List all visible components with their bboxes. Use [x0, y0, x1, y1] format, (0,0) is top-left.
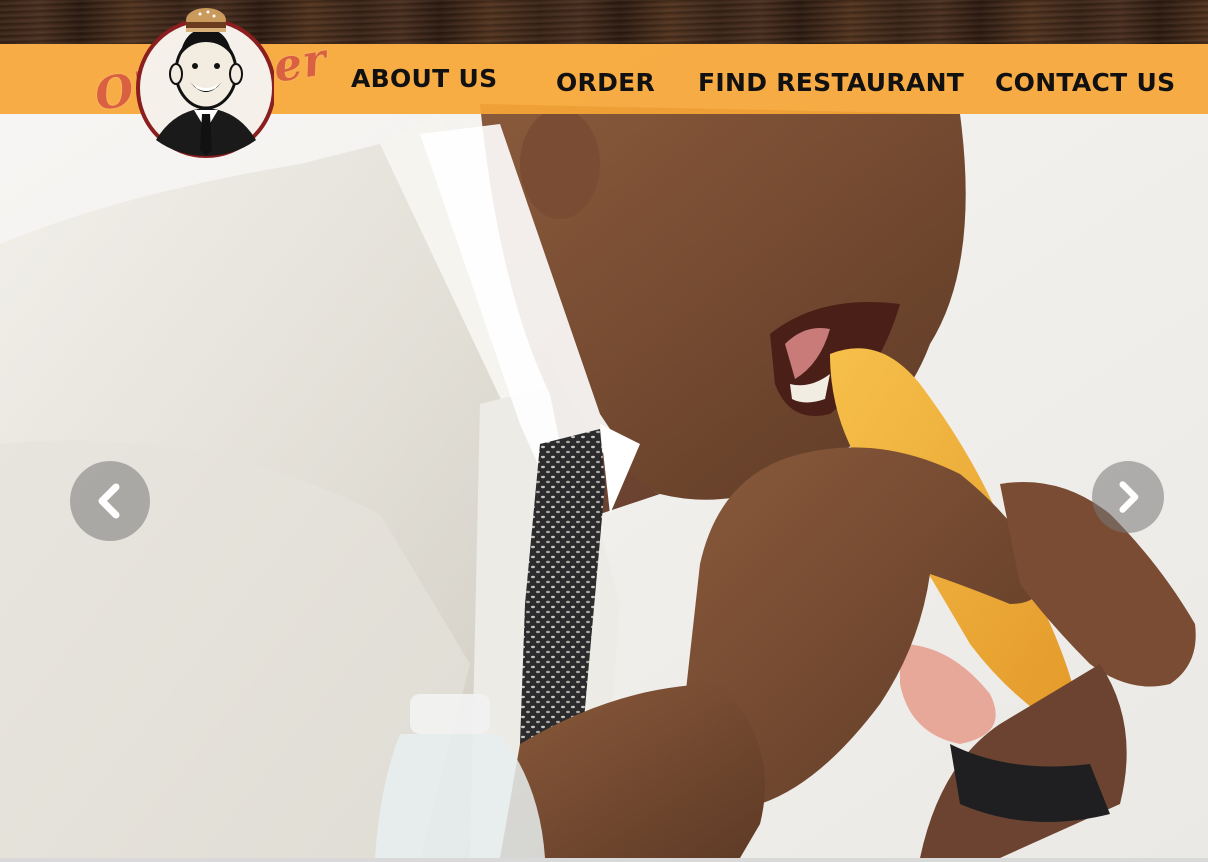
slide-photo	[0, 44, 1208, 858]
nav-item-find-restaurant[interactable]: FIND RESTAURANT	[698, 68, 964, 97]
bottom-edge-strip	[0, 858, 1208, 862]
burger-man-emblem-icon	[136, 8, 274, 158]
carousel-next-button[interactable]	[1092, 461, 1164, 533]
hero-slide-image	[0, 44, 1208, 858]
carousel-prev-button[interactable]	[70, 461, 150, 541]
chevron-right-icon	[1119, 481, 1139, 513]
brand-logo[interactable]: O'Burger	[90, 0, 331, 160]
nav-item-order[interactable]: ORDER	[556, 68, 655, 97]
nav-item-about-us[interactable]: ABOUT US	[351, 64, 497, 93]
page: ABOUT US ORDER FIND RESTAURANT CONTACT U…	[0, 0, 1208, 862]
nav-item-contact-us[interactable]: CONTACT US	[995, 68, 1175, 97]
chevron-left-icon	[98, 483, 120, 519]
